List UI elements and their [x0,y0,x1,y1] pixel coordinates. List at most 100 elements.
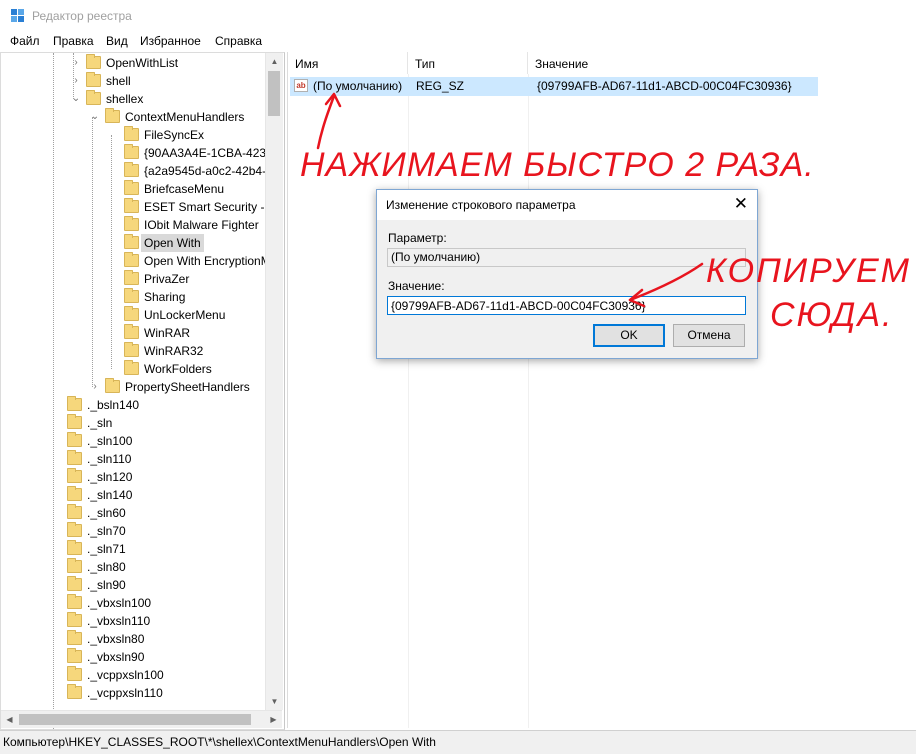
column-header-name[interactable]: Имя [288,52,408,74]
folder-icon [67,414,82,429]
chevron-right-icon[interactable]: › [90,378,100,396]
tree-item[interactable]: BriefcaseMenu [1,180,265,198]
tree-item[interactable]: IObit Malware Fighter [1,216,265,234]
scroll-thumb-horizontal[interactable] [19,714,251,725]
chevron-right-icon[interactable]: › [71,72,81,90]
value-row-default[interactable]: ab (По умолчанию) REG_SZ {09799AFB-AD67-… [290,77,818,96]
tree-horizontal-scrollbar[interactable]: ◀ ▶ [1,710,282,728]
chevron-right-icon[interactable]: › [71,54,81,72]
column-header-type[interactable]: Тип [408,52,528,74]
tree-item[interactable]: ⌄ ContextMenuHandlers [1,108,265,126]
tree-item-label: ._vbxsln110 [87,614,151,628]
tree-item[interactable]: PrivaZer [1,270,265,288]
cancel-button[interactable]: Отмена [673,324,745,347]
tree-item-label: {a2a9545d-a0c2-42b4-9 [144,164,273,178]
tree-item[interactable]: ESET Smart Security - C [1,198,276,216]
tree-item-label: IObit Malware Fighter [144,218,259,232]
tree-item[interactable]: WinRAR32 [1,342,265,360]
tree-item-label: ._sln70 [87,524,126,538]
folder-icon [105,378,120,393]
tree-item[interactable]: ._vbxsln90 [1,648,265,666]
tree-item[interactable]: › OpenWithList [1,54,265,72]
folder-icon [124,342,139,357]
tree-item[interactable]: ._vcppxsln110 [1,684,265,702]
tree-item[interactable]: ._sln90 [1,576,265,594]
tree-item[interactable]: ._sln [1,414,265,432]
folder-icon [124,126,139,141]
tree-item-label: ._sln120 [87,470,133,484]
tree-item-label: PrivaZer [144,272,190,286]
tree-item[interactable]: ._vbxsln110 [1,612,265,630]
param-name-field: (По умолчанию) [387,248,746,267]
column-divider [528,74,529,728]
tree-item-label: ESET Smart Security - C [144,200,277,214]
folder-icon [124,198,139,213]
title-bar: Редактор реестра [0,0,916,32]
folder-icon [124,288,139,303]
tree-item[interactable]: ._bsln140 [1,396,265,414]
tree-item-label: ._sln100 [87,434,133,448]
folder-icon [124,216,139,231]
menu-edit[interactable]: Правка [53,34,94,48]
tree-item[interactable]: ._sln71 [1,540,265,558]
tree-vertical-scrollbar[interactable]: ▲ ▼ [265,53,283,710]
close-icon[interactable]: ✕ [734,195,748,213]
tree-item[interactable]: ._sln70 [1,522,265,540]
scroll-thumb[interactable] [268,71,280,116]
menu-file[interactable]: Файл [10,34,40,48]
tree-item[interactable]: ._sln80 [1,558,265,576]
tree-item[interactable]: ._vcppxsln100 [1,666,265,684]
value-row-type: REG_SZ [416,79,465,93]
tree-item[interactable]: FileSyncEx [1,126,265,144]
tree-item[interactable]: WinRAR [1,324,265,342]
tree-item[interactable]: ._sln100 [1,432,265,450]
ok-button[interactable]: OK [593,324,665,347]
menu-bar: Файл Правка Вид Избранное Справка [0,32,916,52]
menu-help[interactable]: Справка [215,34,262,48]
tree-item-label: Open With [141,234,204,252]
chevron-down-icon[interactable]: ⌄ [90,108,100,126]
folder-icon [67,630,82,645]
folder-icon [124,360,139,375]
tree-item[interactable]: WorkFolders [1,360,265,378]
column-header-value[interactable]: Значение [528,52,908,74]
folder-icon [124,324,139,339]
tree-item-label: BriefcaseMenu [144,182,225,196]
scroll-left-icon[interactable]: ◀ [1,711,18,728]
values-list[interactable]: Имя Тип Значение ab (По умолчанию) REG_S… [287,52,916,728]
tree-item[interactable]: ._sln140 [1,486,265,504]
tree-item[interactable]: › PropertySheetHandlers [1,378,265,396]
menu-view[interactable]: Вид [106,34,128,48]
value-data-input[interactable] [387,296,746,315]
tree-item[interactable]: ._sln60 [1,504,265,522]
tree-item[interactable]: Open With [1,234,265,252]
folder-icon [67,540,82,555]
folder-icon [67,666,82,681]
tree-item[interactable]: ._vbxsln80 [1,630,265,648]
string-value-icon: ab [294,79,308,92]
tree-item[interactable]: {a2a9545d-a0c2-42b4-9 [1,162,273,180]
param-label: Параметр: [388,231,447,245]
tree-item-label: ._sln60 [87,506,126,520]
tree-item[interactable]: › shell [1,72,265,90]
tree-item[interactable]: ._vbxsln100 [1,594,265,612]
tree-item[interactable]: ._sln120 [1,468,265,486]
scroll-down-icon[interactable]: ▼ [266,693,283,710]
folder-icon [86,90,101,105]
folder-icon [67,522,82,537]
tree-item[interactable]: Sharing [1,288,265,306]
folder-icon [124,270,139,285]
menu-favorites[interactable]: Избранное [140,34,201,48]
tree-item[interactable]: ._sln110 [1,450,265,468]
tree-item[interactable]: UnLockerMenu [1,306,265,324]
tree-item[interactable]: Open With EncryptionM [1,252,271,270]
tree-item[interactable]: ⌄ shellex [1,90,265,108]
scroll-right-icon[interactable]: ▶ [265,711,282,728]
tree-item-label: ._sln140 [87,488,133,502]
tree-item[interactable]: {90AA3A4E-1CBA-4233 [1,144,273,162]
scroll-up-icon[interactable]: ▲ [266,53,283,70]
chevron-down-icon[interactable]: ⌄ [71,90,81,108]
folder-icon [124,306,139,321]
registry-tree[interactable]: › OpenWithList › shell ⌄ shellex ⌄ ContextMenuH… [0,52,285,730]
dialog-title: Изменение строкового параметра [386,198,576,212]
